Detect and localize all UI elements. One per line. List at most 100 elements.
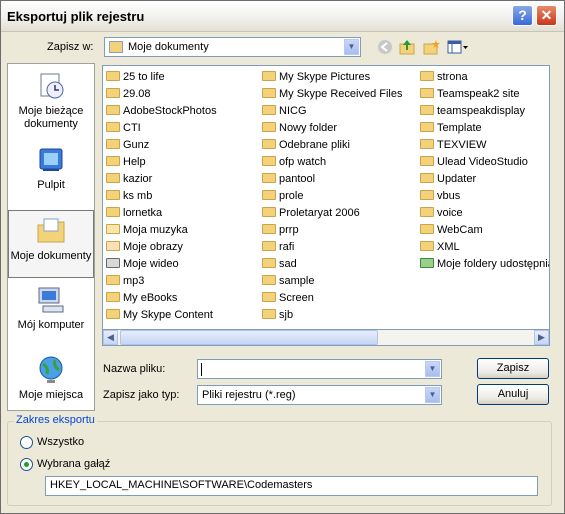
- list-item[interactable]: sad: [262, 256, 403, 273]
- file-column-1: 25 to life 29.08 AdobeStockPhotos CTI Gu…: [106, 69, 217, 324]
- list-item[interactable]: strona: [420, 69, 549, 86]
- list-item[interactable]: mp3: [106, 273, 217, 290]
- folder-icon: [106, 309, 120, 319]
- scroll-right-icon[interactable]: ▶: [534, 330, 549, 345]
- folder-icon: [262, 71, 276, 81]
- filename-value: [201, 363, 202, 376]
- folder-icon: [106, 292, 120, 302]
- list-item[interactable]: prrp: [262, 222, 403, 239]
- folder-icon: [262, 190, 276, 200]
- list-item[interactable]: pantool: [262, 171, 403, 188]
- folder-icon: [420, 156, 434, 166]
- radio-selected-branch[interactable]: [20, 458, 33, 471]
- radio-all[interactable]: [20, 436, 33, 449]
- branch-path-input[interactable]: HKEY_LOCAL_MACHINE\SOFTWARE\Codemasters: [45, 476, 538, 496]
- place-recent-documents[interactable]: Moje bieżące dokumenty: [8, 70, 94, 131]
- help-button[interactable]: ?: [512, 5, 533, 26]
- list-item[interactable]: Moja muzyka: [106, 222, 217, 239]
- scrollbar-thumb[interactable]: [120, 330, 378, 345]
- my-computer-icon: [38, 287, 64, 313]
- file-list[interactable]: 25 to life 29.08 AdobeStockPhotos CTI Gu…: [102, 65, 550, 346]
- filename-input[interactable]: ▼: [197, 359, 442, 379]
- cancel-button[interactable]: Anuluj: [477, 384, 549, 405]
- list-item[interactable]: Updater: [420, 171, 549, 188]
- list-item[interactable]: Nowy folder: [262, 120, 403, 137]
- radio-selected-branch-label[interactable]: Wybrana gałąź: [37, 458, 110, 470]
- list-item[interactable]: ofp watch: [262, 154, 403, 171]
- horizontal-scrollbar[interactable]: ◀ ▶: [102, 329, 550, 346]
- folder-icon: [106, 156, 120, 166]
- folder-icon: [106, 207, 120, 217]
- new-folder-icon[interactable]: [422, 38, 440, 56]
- back-icon[interactable]: [376, 38, 394, 56]
- list-item[interactable]: TEXVIEW: [420, 137, 549, 154]
- chevron-down-icon[interactable]: ▼: [425, 387, 440, 403]
- folder-icon: [262, 309, 276, 319]
- list-item[interactable]: My Skype Content: [106, 307, 217, 324]
- list-item[interactable]: My eBooks: [106, 290, 217, 307]
- place-my-computer[interactable]: Mój komputer: [8, 284, 94, 332]
- place-network-places[interactable]: Moje miejsca: [8, 354, 94, 402]
- list-item[interactable]: Moje foldery udostępnia: [420, 256, 549, 273]
- folder-icon: [262, 105, 276, 115]
- list-item[interactable]: prole: [262, 188, 403, 205]
- folder-icon: [420, 122, 434, 132]
- list-item[interactable]: Gunz: [106, 137, 217, 154]
- close-button[interactable]: ✕: [536, 5, 557, 26]
- list-item[interactable]: sjb: [262, 307, 403, 324]
- list-item[interactable]: 29.08: [106, 86, 217, 103]
- chevron-down-icon[interactable]: ▼: [344, 39, 359, 55]
- list-item[interactable]: NICG: [262, 103, 403, 120]
- save-button[interactable]: Zapisz: [477, 358, 549, 379]
- list-item[interactable]: My Skype Received Files: [262, 86, 403, 103]
- list-item[interactable]: Ulead VideoStudio: [420, 154, 549, 171]
- folder-icon: [420, 241, 434, 251]
- list-item[interactable]: My Skype Pictures: [262, 69, 403, 86]
- list-item[interactable]: Odebrane pliki: [262, 137, 403, 154]
- music-folder-icon: [106, 224, 120, 234]
- folder-icon: [420, 190, 434, 200]
- list-item[interactable]: AdobeStockPhotos: [106, 103, 217, 120]
- view-menu-icon[interactable]: [446, 38, 470, 56]
- my-documents-small-icon: [109, 41, 123, 53]
- up-folder-icon[interactable]: [398, 38, 416, 56]
- filetype-dropdown[interactable]: Pliki rejestru (*.reg) ▼: [197, 385, 442, 405]
- list-item[interactable]: Proletaryat 2006: [262, 205, 403, 222]
- list-item[interactable]: Teamspeak2 site: [420, 86, 549, 103]
- chevron-down-icon[interactable]: ▼: [425, 361, 440, 377]
- list-item[interactable]: Template: [420, 120, 549, 137]
- folder-icon: [262, 224, 276, 234]
- list-item[interactable]: sample: [262, 273, 403, 290]
- folder-icon: [420, 207, 434, 217]
- list-item[interactable]: lornetka: [106, 205, 217, 222]
- list-item[interactable]: WebCam: [420, 222, 549, 239]
- list-item[interactable]: XML: [420, 239, 549, 256]
- folder-icon: [262, 173, 276, 183]
- list-item[interactable]: CTI: [106, 120, 217, 137]
- scroll-left-icon[interactable]: ◀: [103, 330, 118, 345]
- folder-icon: [262, 258, 276, 268]
- list-item[interactable]: Moje wideo: [106, 256, 217, 273]
- list-item[interactable]: Help: [106, 154, 217, 171]
- list-item[interactable]: vbus: [420, 188, 549, 205]
- save-in-dropdown[interactable]: Moje dokumenty ▼: [104, 37, 361, 57]
- list-item[interactable]: ks mb: [106, 188, 217, 205]
- list-item[interactable]: Screen: [262, 290, 403, 307]
- list-item[interactable]: kazior: [106, 171, 217, 188]
- folder-icon: [262, 241, 276, 251]
- list-item[interactable]: teamspeakdisplay: [420, 103, 549, 120]
- list-item[interactable]: voice: [420, 205, 549, 222]
- folder-icon: [106, 71, 120, 81]
- my-documents-icon: [37, 218, 65, 243]
- radio-all-label[interactable]: Wszystko: [37, 436, 84, 448]
- list-item[interactable]: 25 to life: [106, 69, 217, 86]
- place-label: Moje bieżące dokumenty: [18, 105, 84, 130]
- list-item[interactable]: rafi: [262, 239, 403, 256]
- place-my-documents[interactable]: Moje dokumenty: [8, 210, 94, 278]
- network-places-icon: [39, 356, 63, 383]
- place-label: Mój komputer: [17, 319, 85, 331]
- radio-checked-dot: [24, 462, 29, 467]
- list-item[interactable]: Moje obrazy: [106, 239, 217, 256]
- filename-label: Nazwa pliku:: [103, 363, 166, 375]
- place-desktop[interactable]: Pulpit: [8, 144, 94, 192]
